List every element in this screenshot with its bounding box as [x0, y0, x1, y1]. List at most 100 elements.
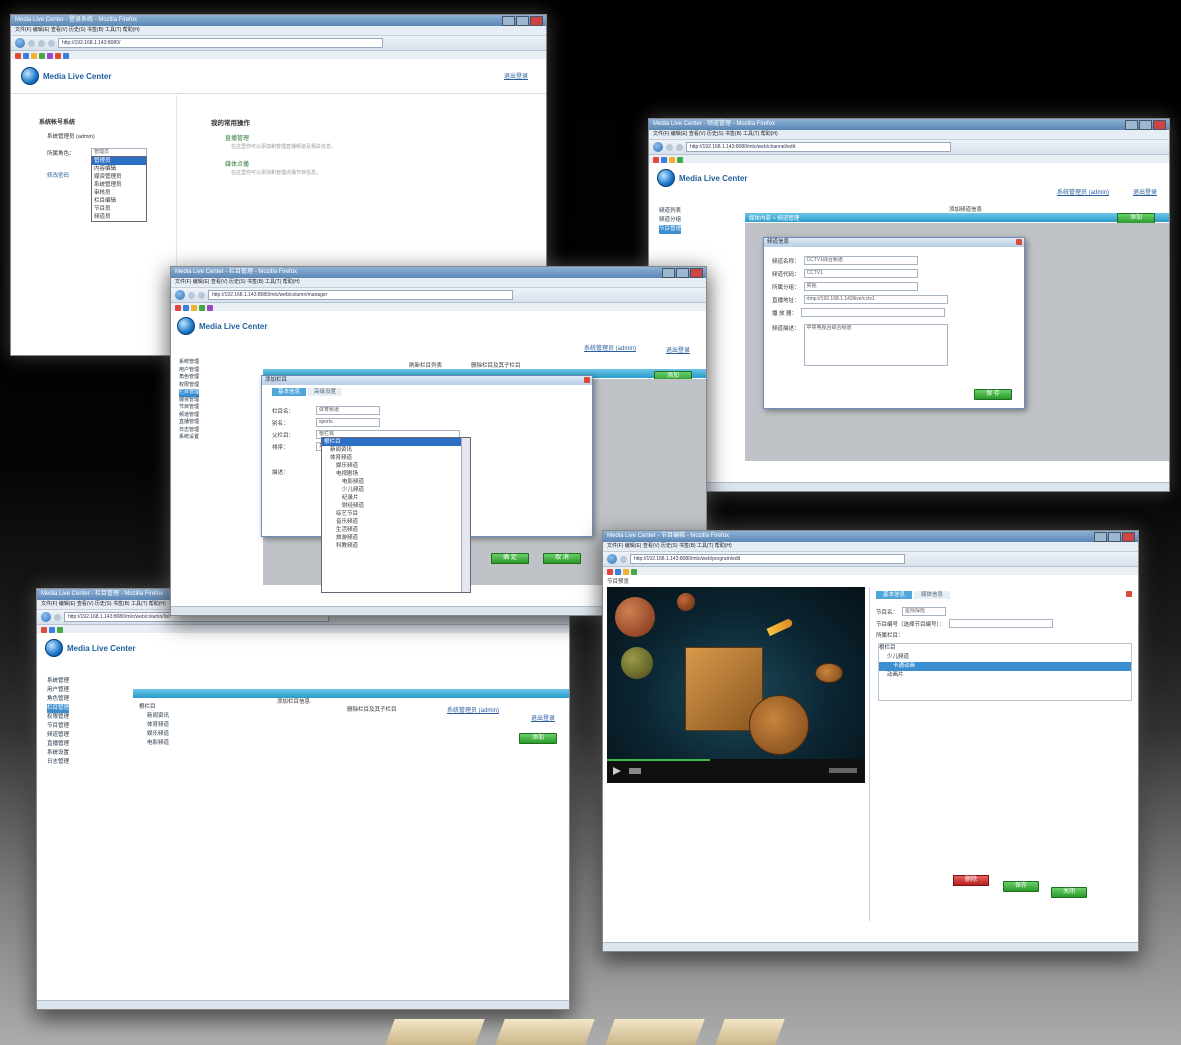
back-icon[interactable] [653, 142, 663, 152]
op-title-live[interactable]: 直播管理 [225, 133, 249, 142]
address-bar[interactable]: http://192.168.1.143:8080/mlc/web/channe… [686, 142, 951, 152]
role-option[interactable]: 审核员 [92, 189, 146, 197]
ok-button[interactable]: 确 定 [491, 553, 529, 564]
tree-item[interactable]: 动画片 [879, 671, 1131, 680]
role-option[interactable]: 管理员 [92, 157, 146, 165]
toolbar-icon[interactable] [31, 52, 37, 59]
dropdown-item[interactable]: 生活频道 [322, 526, 470, 534]
address-bar[interactable]: http://192.168.1.143:8080/mlc/web/progra… [630, 554, 905, 564]
delete-column-link[interactable]: 删除栏目及其子栏目 [471, 361, 521, 369]
toolbar-icon[interactable] [631, 568, 637, 575]
dialog-close-icon[interactable] [1016, 239, 1022, 245]
reload-icon[interactable] [198, 291, 205, 299]
live-url-input[interactable]: rtmp://192.168.1.143/live/cctv1 [803, 295, 948, 304]
dropdown-scrollbar[interactable] [461, 438, 470, 592]
forward-icon[interactable] [620, 555, 627, 563]
back-icon[interactable] [607, 554, 617, 564]
toolbar-icon[interactable] [49, 626, 55, 633]
forward-icon[interactable] [54, 613, 61, 621]
maximize-button[interactable] [1108, 532, 1121, 542]
list-item[interactable]: 新闻资讯 [139, 712, 169, 721]
toolbar-icon[interactable] [175, 304, 181, 311]
toolbar-icon[interactable] [55, 52, 61, 59]
tree-item[interactable]: 卡通动画 [879, 662, 1131, 671]
forward-icon[interactable] [188, 291, 195, 299]
role-option[interactable]: 系统管理员 [92, 181, 146, 189]
dropdown-item[interactable]: 旅游频道 [322, 534, 470, 542]
dropdown-item[interactable]: 电影频道 [322, 478, 470, 486]
menu-bar[interactable]: 文件(F) 编辑(E) 查看(V) 历史(S) 书签(B) 工具(T) 帮助(H… [649, 130, 1169, 140]
video-progress[interactable] [607, 759, 711, 761]
toolbar-icon[interactable] [661, 156, 667, 163]
dropdown-item[interactable]: 科教频道 [322, 542, 470, 550]
delete-button[interactable]: 删除 [953, 875, 989, 886]
tree-item[interactable]: 媒资管理 [179, 397, 199, 405]
tree-item[interactable]: 少儿频道 [879, 653, 1131, 662]
channel-name-input[interactable]: CCTV1综合频道 [803, 256, 918, 265]
tree-item[interactable]: 栏目管理 [179, 389, 200, 397]
form-close-icon[interactable] [1126, 591, 1132, 597]
dialog-close-icon[interactable] [584, 377, 590, 383]
dropdown-item[interactable]: 少儿频道 [322, 486, 470, 494]
dropdown-item[interactable]: 电视剧场 [322, 470, 470, 478]
logout-link[interactable]: 退出登录 [1133, 187, 1157, 196]
close-button[interactable] [690, 268, 703, 278]
tab-advanced[interactable]: 高级设置 [308, 388, 342, 396]
toolbar-icon[interactable] [57, 626, 63, 633]
list-item[interactable]: 电影频道 [139, 739, 169, 748]
toolbar-icon[interactable] [615, 568, 621, 575]
menu-bar[interactable]: 文件(F) 编辑(E) 查看(V) 历史(S) 书签(B) 工具(T) 帮助(H… [603, 542, 1138, 552]
logout-link[interactable]: 退出登录 [531, 713, 555, 722]
close-button[interactable] [1153, 120, 1166, 130]
save-button[interactable]: 保 存 [974, 389, 1012, 400]
dropdown-item[interactable]: 娱乐频道 [322, 462, 470, 470]
toolbar-icon[interactable] [23, 52, 29, 59]
tree-item[interactable]: 系统设置 [179, 434, 199, 442]
list-item[interactable]: 娱乐频道 [139, 730, 169, 739]
delete-column-link[interactable]: 删除栏目及其子栏目 [347, 705, 397, 713]
toolbar-icon[interactable] [607, 568, 613, 575]
home-icon[interactable] [48, 39, 55, 47]
address-bar[interactable]: http://192.168.1.143:8080/mlc/web/column… [208, 290, 513, 300]
tree-item[interactable]: 直播管理 [47, 740, 69, 749]
logout-link[interactable]: 退出登录 [666, 345, 690, 354]
tree-item[interactable]: 用户管理 [179, 367, 199, 375]
toolbar-icon[interactable] [623, 568, 629, 575]
toolbar-icon[interactable] [39, 52, 45, 59]
alias-input[interactable]: sports [316, 418, 380, 427]
tree-item[interactable]: 节目管理 [179, 404, 199, 412]
role-option[interactable]: 频道员 [92, 213, 146, 221]
add-button[interactable]: 添加 [519, 733, 557, 744]
tree-item[interactable]: 用户管理 [47, 686, 69, 695]
channel-code-input[interactable]: CCTV1 [803, 269, 918, 278]
video-controls[interactable] [607, 759, 865, 783]
tree-item[interactable]: 日志管理 [179, 427, 199, 435]
minimize-button[interactable] [502, 16, 515, 26]
account-link[interactable]: 系统管理员 (admin) [447, 705, 499, 714]
refresh-column-link[interactable]: 刷新栏目列表 [409, 361, 442, 369]
column-name-input[interactable]: 体育频道 [316, 406, 380, 415]
menu-bar[interactable]: 文件(F) 编辑(E) 查看(V) 历史(S) 书签(B) 工具(T) 帮助(H… [171, 278, 706, 288]
video-player[interactable] [607, 587, 865, 783]
tree-item[interactable]: 直播管理 [179, 419, 199, 427]
save-button[interactable]: 保存 [1003, 881, 1039, 892]
dropdown-item[interactable]: 综艺节目 [322, 510, 470, 518]
account-link[interactable]: 系统管理员 (admin) [1057, 187, 1109, 196]
tree-item[interactable]: 节目管理 [47, 722, 69, 731]
toolbar-icon[interactable] [15, 52, 21, 59]
toolbar-icon[interactable] [183, 304, 189, 311]
account-link[interactable]: 系统管理员 (admin) [584, 343, 636, 352]
description-textarea[interactable]: 中央电视台综合频道 [803, 324, 948, 366]
play-icon[interactable] [613, 767, 621, 775]
forward-icon[interactable] [666, 143, 673, 151]
role-option[interactable]: 内容编辑 [92, 165, 146, 173]
minimize-button[interactable] [1125, 120, 1138, 130]
maximize-button[interactable] [516, 16, 529, 26]
add-channel-info-link[interactable]: 添加频道信息 [949, 205, 982, 213]
change-password-link[interactable]: 修改密码 [47, 171, 69, 179]
dropdown-item[interactable]: 新闻资讯 [322, 446, 470, 454]
tab-media[interactable]: 媒体信息 [914, 591, 950, 599]
cancel-button[interactable]: 取 消 [543, 553, 581, 564]
toolbar-icon[interactable] [207, 304, 213, 311]
maximize-button[interactable] [676, 268, 689, 278]
